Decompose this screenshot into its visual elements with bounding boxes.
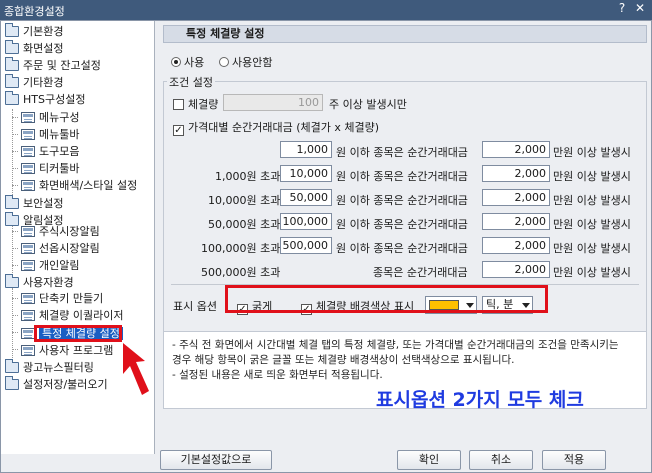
- row-prefix: 1,000원 초과: [215, 170, 281, 183]
- amount-field-1[interactable]: 2,000: [482, 141, 550, 158]
- annotation-arrow-icon: [123, 343, 149, 395]
- document-icon: [21, 328, 35, 339]
- volume-suffix: 주 이상 발생시만: [329, 98, 407, 111]
- tree-item-security[interactable]: 보안설정: [5, 195, 63, 212]
- price-field-2[interactable]: 10,000: [280, 165, 332, 182]
- row-suffix-text: 만원 이상 발생시: [553, 242, 631, 255]
- amount-field-5[interactable]: 2,000: [482, 237, 550, 254]
- row-prefix: 10,000원 초과: [208, 194, 281, 207]
- row-suffix-text: 만원 이상 발생시: [553, 218, 631, 231]
- row-suffix-text: 만원 이상 발생시: [553, 170, 631, 183]
- tree-item-personal-alert[interactable]: 개인알림: [21, 257, 79, 274]
- folder-icon: [5, 376, 19, 390]
- radio-not-use[interactable]: 사용안함: [219, 54, 272, 70]
- tree-item-order[interactable]: 주문 및 잔고설정: [5, 57, 101, 74]
- page-title: 특정 체결량 설정: [163, 25, 647, 43]
- close-icon[interactable]: ✕: [632, 1, 648, 15]
- checkbox-unchecked-icon: [173, 99, 184, 110]
- document-icon: [21, 345, 35, 356]
- highlight-box-tree: [34, 325, 122, 342]
- price-field-5[interactable]: 500,000: [280, 237, 332, 254]
- radio-off-icon: [219, 57, 229, 67]
- tree-item-ticker[interactable]: 티커툴바: [21, 160, 79, 177]
- document-icon: [21, 226, 35, 237]
- help-icon[interactable]: ?: [614, 1, 630, 15]
- note-line: 경우 해당 항목이 굵은 글꼴 또는 체결량 배경색상이 선택색상으로 표시됩니…: [172, 354, 515, 366]
- title-bar: 종합환경설정 ? ✕: [0, 0, 652, 20]
- folder-icon: [5, 40, 19, 54]
- folder-icon: [5, 274, 19, 288]
- document-icon: [21, 180, 35, 191]
- radio-on-icon: [171, 57, 181, 67]
- row-mid-text: 원 이하 종목은 순간거래대금: [336, 170, 468, 183]
- reset-defaults-button[interactable]: 기본설정값으로: [160, 450, 272, 470]
- row-mid-text: 원 이하 종목은 순간거래대금: [336, 218, 468, 231]
- document-icon: [21, 163, 35, 174]
- window-title: 종합환경설정: [4, 5, 65, 18]
- cancel-button[interactable]: 취소: [469, 450, 533, 470]
- tree-item-news-filter[interactable]: 광고뉴스필터링: [5, 359, 94, 376]
- folder-icon: [5, 57, 19, 71]
- tree-item-shortcut[interactable]: 단축키 만들기: [21, 290, 103, 307]
- note-line: - 주식 전 화면에서 시간대별 체결 탭의 특정 체결량, 또는 가격대별 순…: [172, 339, 619, 351]
- volume-field[interactable]: 100: [223, 94, 323, 111]
- tree-item-etc[interactable]: 기타환경: [5, 74, 63, 91]
- tree-item-user-program[interactable]: 사용자 프로그램: [21, 342, 113, 359]
- amount-field-6[interactable]: 2,000: [482, 261, 550, 278]
- price-field-4[interactable]: 100,000: [280, 213, 332, 230]
- folder-icon: [5, 212, 19, 226]
- tree-item-screen[interactable]: 화면설정: [5, 40, 63, 57]
- tree-item-tools[interactable]: 도구모음: [21, 143, 79, 160]
- tree-item-user-env[interactable]: 사용자환경: [5, 274, 74, 291]
- note-line: - 설정된 내용은 새로 띄운 화면부터 적용됩니다.: [172, 369, 383, 381]
- tree-item-menu[interactable]: 메뉴구성: [21, 109, 79, 126]
- tree-item-hts[interactable]: HTS구성설정: [5, 91, 85, 108]
- document-icon: [21, 146, 35, 157]
- row-prefix: 100,000원 초과: [201, 242, 281, 255]
- tree-item-futures-alert[interactable]: 선옵시장알림: [21, 240, 100, 257]
- folder-icon: [5, 91, 19, 105]
- row-mid-text: 원 이하 종목은 순간거래대금: [336, 242, 468, 255]
- document-icon: [21, 243, 35, 254]
- display-options-label: 표시 옵션: [173, 300, 217, 313]
- amount-field-2[interactable]: 2,000: [482, 165, 550, 182]
- price-field-3[interactable]: 50,000: [280, 189, 332, 206]
- apply-button[interactable]: 적용: [542, 450, 606, 470]
- row-suffix-text: 만원 이상 발생시: [553, 266, 631, 279]
- volume-checkbox[interactable]: 체결량: [173, 96, 218, 112]
- row-mid-text: 원 이하 종목은 순간거래대금: [336, 146, 468, 159]
- row-suffix-text: 만원 이상 발생시: [553, 194, 631, 207]
- tree-item-stock-alert[interactable]: 주식시장알림: [21, 223, 100, 240]
- tree-item-style[interactable]: 화면배색/스타일 설정: [21, 177, 137, 194]
- radio-use[interactable]: 사용: [171, 54, 204, 70]
- folder-icon: [5, 359, 19, 373]
- condition-group-label: 조건 설정: [167, 74, 215, 90]
- row-suffix-text: 만원 이상 발생시: [553, 146, 631, 159]
- row-prefix: 50,000원 초과: [208, 218, 281, 231]
- document-icon: [21, 112, 35, 123]
- tree-item-menu-toolbar[interactable]: 메뉴툴바: [21, 126, 79, 143]
- folder-icon: [5, 74, 19, 88]
- checkbox-checked-icon: ✓: [173, 125, 184, 136]
- amount-checkbox[interactable]: ✓ 가격대별 순간거래대금 (체결가 x 체결량): [173, 119, 379, 136]
- amount-field-3[interactable]: 2,000: [482, 189, 550, 206]
- folder-icon: [5, 23, 19, 37]
- highlight-box-options: [225, 285, 548, 313]
- tree-item-equalizer[interactable]: 체결량 이퀄라이저: [21, 307, 123, 324]
- row-prefix: 500,000원 초과: [201, 266, 281, 279]
- tree-item-save-load[interactable]: 설정저장/불러오기: [5, 376, 108, 393]
- document-icon: [21, 310, 35, 321]
- tree-item-basic[interactable]: 기본환경: [5, 23, 63, 40]
- ok-button[interactable]: 확인: [397, 450, 461, 470]
- document-icon: [21, 129, 35, 140]
- document-icon: [21, 293, 35, 304]
- annotation-text: 표시옵션 2가지 모두 체크: [376, 389, 584, 411]
- settings-window: 기본환경 화면설정 주문 및 잔고설정 기타환경 HTS구성설정 메뉴구성 메뉴…: [0, 20, 652, 473]
- row-mid-text: 종목은 순간거래대금: [373, 266, 468, 279]
- row-mid-text: 원 이하 종목은 순간거래대금: [336, 194, 468, 207]
- folder-icon: [5, 195, 19, 209]
- price-field-1[interactable]: 1,000: [280, 141, 332, 158]
- amount-field-4[interactable]: 2,000: [482, 213, 550, 230]
- document-icon: [21, 260, 35, 271]
